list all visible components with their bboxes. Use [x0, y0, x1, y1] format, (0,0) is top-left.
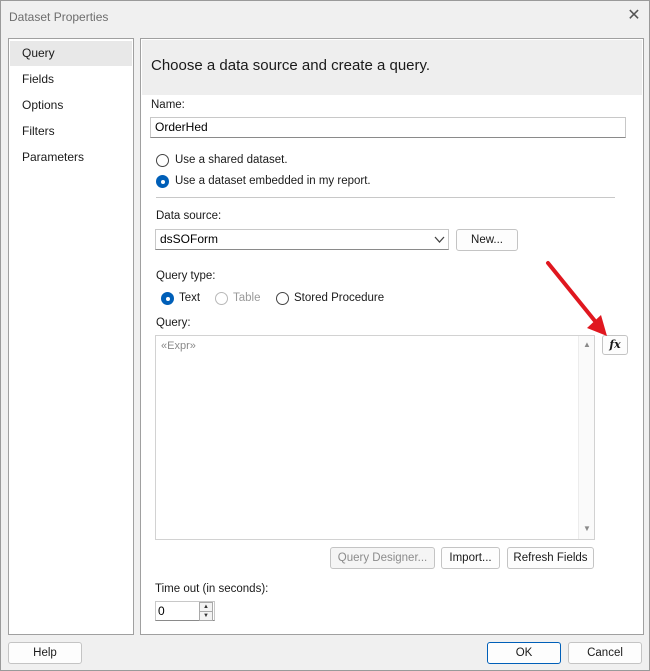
- help-button[interactable]: Help: [8, 642, 82, 664]
- sidebar-item-options[interactable]: Options: [10, 93, 132, 118]
- sidebar-item-filters[interactable]: Filters: [10, 119, 132, 144]
- query-scrollbar[interactable]: ▲ ▼: [578, 336, 594, 539]
- scroll-down-icon[interactable]: ▼: [580, 524, 594, 533]
- radio-embedded-dataset[interactable]: [156, 175, 169, 188]
- radio-shared-dataset-label: Use a shared dataset.: [175, 154, 288, 166]
- query-type-label: Query type:: [156, 270, 216, 282]
- scroll-up-icon[interactable]: ▲: [580, 340, 594, 349]
- spin-down-icon[interactable]: ▼: [199, 611, 213, 621]
- name-label: Name:: [151, 99, 185, 111]
- radio-query-type-text[interactable]: [161, 292, 174, 305]
- ok-button[interactable]: OK: [487, 642, 561, 664]
- cancel-button[interactable]: Cancel: [568, 642, 642, 664]
- query-textarea[interactable]: «Expr» ▲ ▼: [155, 335, 595, 540]
- title-bar: Dataset Properties ✕: [1, 1, 649, 33]
- sidebar-item-parameters[interactable]: Parameters: [10, 145, 132, 170]
- sidebar-item-fields[interactable]: Fields: [10, 67, 132, 92]
- radio-shared-dataset[interactable]: [156, 154, 169, 167]
- refresh-fields-button[interactable]: Refresh Fields: [507, 547, 594, 569]
- page-title: Choose a data source and create a query.: [151, 57, 431, 74]
- radio-query-type-table-label: Table: [233, 292, 261, 304]
- data-source-value: dsSOForm: [160, 232, 219, 246]
- dataset-properties-dialog: Dataset Properties ✕ Query Fields Option…: [0, 0, 650, 671]
- section-divider: [156, 197, 615, 198]
- sidebar-item-query[interactable]: Query: [10, 41, 132, 66]
- query-expression-text: «Expr»: [161, 340, 196, 352]
- timeout-label: Time out (in seconds):: [155, 583, 269, 595]
- query-label: Query:: [156, 317, 191, 329]
- name-field[interactable]: OrderHed: [150, 117, 626, 138]
- annotation-arrow-icon: [546, 261, 607, 336]
- radio-query-type-stored-procedure-label: Stored Procedure: [294, 292, 385, 304]
- window-title: Dataset Properties: [9, 10, 109, 24]
- data-source-label: Data source:: [156, 210, 222, 222]
- radio-query-type-text-label: Text: [179, 292, 201, 304]
- radio-query-type-table[interactable]: [215, 292, 228, 305]
- close-icon[interactable]: ✕: [625, 7, 643, 25]
- sidebar: Query Fields Options Filters Parameters: [8, 38, 134, 635]
- new-data-source-button[interactable]: New...: [456, 229, 518, 251]
- timeout-input[interactable]: 0 ▲ ▼: [155, 601, 215, 621]
- radio-embedded-dataset-label: Use a dataset embedded in my report.: [175, 175, 371, 187]
- chevron-down-icon: [434, 236, 445, 243]
- data-source-select[interactable]: dsSOForm: [155, 229, 449, 250]
- radio-query-type-stored-procedure[interactable]: [276, 292, 289, 305]
- query-designer-button[interactable]: Query Designer...: [330, 547, 435, 569]
- import-button[interactable]: Import...: [441, 547, 500, 569]
- heading-band: Choose a data source and create a query.: [142, 40, 642, 95]
- timeout-value: 0: [158, 604, 165, 618]
